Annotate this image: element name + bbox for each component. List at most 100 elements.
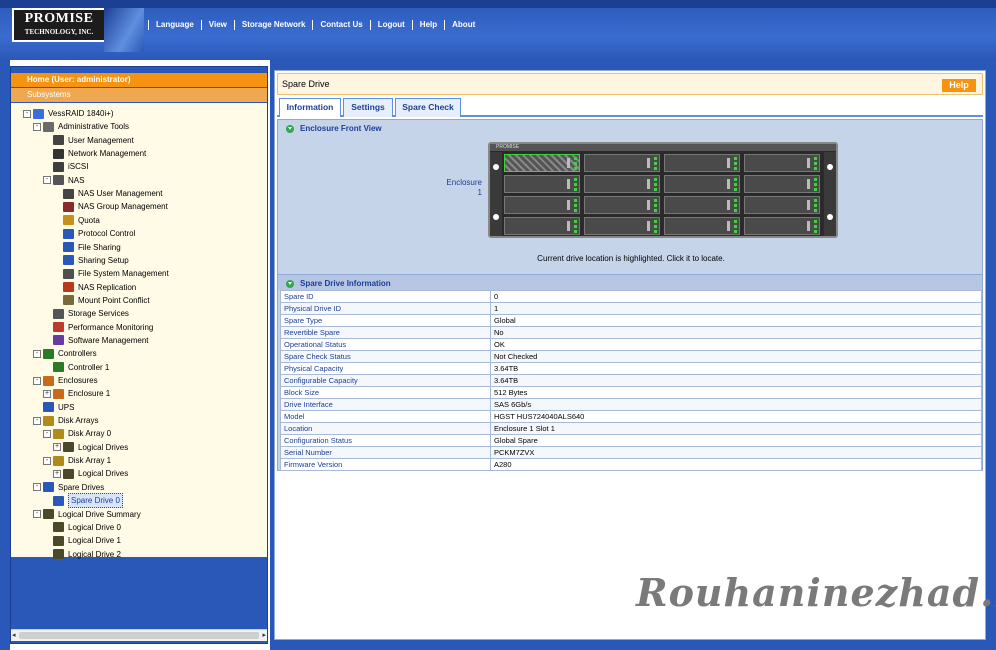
nav-storage-network[interactable]: Storage Network (233, 20, 313, 30)
expand-icon[interactable]: + (43, 389, 51, 398)
tree-item[interactable]: File System Management (53, 267, 169, 280)
tree-home[interactable]: Home (User: administrator) (11, 73, 267, 87)
tree-item[interactable]: Network Management (43, 147, 146, 160)
bay-latch (727, 200, 730, 210)
collapse-icon[interactable]: - (43, 429, 51, 438)
info-value: PCKM7ZVX (490, 446, 982, 459)
tree-item[interactable]: Logical Drive 0 (43, 521, 121, 534)
tree-item[interactable]: NAS Group Management (53, 200, 168, 213)
expand-icon[interactable]: + (53, 443, 61, 452)
collapse-icon[interactable]: - (43, 176, 51, 185)
drive-bay[interactable] (584, 175, 660, 193)
collapse-icon[interactable]: - (23, 109, 31, 118)
tree-item[interactable]: - Disk Arrays (33, 414, 98, 427)
tree-item-label: User Management (68, 135, 134, 145)
tree-item[interactable]: - Administrative Tools (33, 120, 129, 133)
tree-item-label: NAS Group Management (78, 202, 168, 212)
help-button[interactable]: Help (942, 79, 976, 92)
drive-bay[interactable] (664, 217, 740, 235)
tree-item[interactable]: + Enclosure 1 (43, 387, 110, 400)
tree-item[interactable]: Storage Services (43, 307, 129, 320)
enclosure-brand-mark: PROMISE (496, 144, 520, 150)
tree-subsystems[interactable]: Subsystems (11, 88, 267, 102)
drive-bay[interactable] (744, 175, 820, 193)
nav-help[interactable]: Help (411, 20, 444, 30)
drive-bay[interactable] (584, 154, 660, 172)
tree-item-label: Logical Drives (78, 442, 129, 452)
tree-item[interactable]: Spare Drive 0 (43, 493, 123, 509)
tab-spare-check[interactable]: Spare Check (395, 98, 461, 117)
tree-item[interactable]: - Logical Drive Summary (33, 508, 141, 521)
drive-bay[interactable] (664, 154, 740, 172)
drive-bay[interactable] (744, 217, 820, 235)
top-nav: Language View Storage Network Contact Us… (148, 20, 482, 30)
tree-item[interactable]: - Controllers (33, 347, 97, 360)
collapse-icon[interactable]: - (33, 376, 41, 385)
collapse-icon[interactable]: - (33, 483, 41, 492)
scroll-thumb[interactable] (19, 632, 259, 639)
sidebar-horizontal-scrollbar[interactable]: ◂ ▸ (11, 629, 267, 641)
nav-logout[interactable]: Logout (369, 20, 412, 30)
tree-item[interactable]: Mount Point Conflict (53, 294, 150, 307)
collapse-icon[interactable]: - (33, 510, 41, 518)
tree-item[interactable]: Software Management (43, 334, 149, 347)
drive-bay[interactable] (584, 217, 660, 235)
tree-item[interactable]: UPS (33, 401, 74, 414)
tree-item[interactable]: iSCSI (43, 160, 88, 173)
collapse-icon[interactable]: - (33, 349, 41, 358)
scroll-left-icon[interactable]: ◂ (12, 631, 16, 639)
collapse-icon[interactable] (286, 279, 294, 288)
drive-bay-highlighted[interactable] (504, 154, 580, 172)
drive-bay[interactable] (504, 217, 580, 235)
drive-bay[interactable] (584, 196, 660, 214)
drive-bay[interactable] (664, 175, 740, 193)
array-icon (53, 455, 64, 466)
info-header[interactable]: Spare Drive Information (286, 279, 391, 288)
scroll-right-icon[interactable]: ▸ (262, 631, 266, 639)
collapse-icon[interactable]: - (33, 416, 41, 425)
tree-item[interactable]: Logical Drive 1 (43, 534, 121, 547)
drive-bay[interactable] (744, 196, 820, 214)
expand-icon[interactable]: + (53, 469, 61, 478)
nav-contact-us[interactable]: Contact Us (312, 20, 369, 30)
tree-item[interactable]: User Management (43, 134, 134, 147)
tree-item[interactable]: - VessRAID 1840i+) (23, 107, 114, 120)
drive-bay[interactable] (504, 196, 580, 214)
folder-icon (63, 242, 74, 252)
tree-item[interactable]: + Logical Drives (53, 467, 128, 480)
tab-information[interactable]: Information (279, 98, 341, 117)
collapse-icon[interactable]: - (43, 456, 51, 465)
nav-language[interactable]: Language (148, 20, 201, 30)
filesystem-icon (63, 268, 74, 279)
tree-item[interactable]: NAS Replication (53, 281, 136, 294)
controller-icon (43, 348, 54, 359)
nav-about[interactable]: About (444, 20, 482, 30)
info-value: 1 (490, 302, 982, 315)
tree-item[interactable]: - Enclosures (33, 374, 98, 387)
drive-bay[interactable] (504, 175, 580, 193)
tree-item[interactable]: Protocol Control (53, 227, 135, 240)
front-view-header[interactable]: Enclosure Front View (286, 124, 382, 133)
tree-item[interactable]: - Disk Array 1 (43, 454, 111, 467)
tree-item[interactable]: - Disk Array 0 (43, 427, 111, 440)
tree-item[interactable]: Performance Monitoring (43, 321, 153, 334)
tree-item[interactable]: NAS User Management (53, 187, 162, 200)
drive-bay[interactable] (744, 154, 820, 172)
tree-item[interactable]: + Logical Drives (53, 441, 128, 454)
drive-bay[interactable] (664, 196, 740, 214)
tree-item[interactable]: Quota (53, 214, 100, 227)
tree-item[interactable]: - Spare Drives (33, 481, 104, 494)
collapse-icon[interactable] (286, 124, 294, 133)
tree-item[interactable]: File Sharing (53, 241, 121, 254)
drive-icon (53, 522, 64, 533)
info-value: 0 (490, 290, 982, 303)
tree-item-label: Disk Array 0 (68, 429, 112, 439)
tree-item[interactable]: - NAS (43, 174, 84, 187)
collapse-icon[interactable]: - (33, 122, 41, 131)
tree-item[interactable]: Sharing Setup (53, 254, 129, 267)
tab-settings[interactable]: Settings (343, 98, 393, 117)
tree-item[interactable]: Controller 1 (43, 361, 109, 374)
nav-view[interactable]: View (200, 20, 234, 30)
network-icon (53, 148, 64, 159)
tree-item[interactable]: Logical Drive 2 (43, 548, 121, 561)
